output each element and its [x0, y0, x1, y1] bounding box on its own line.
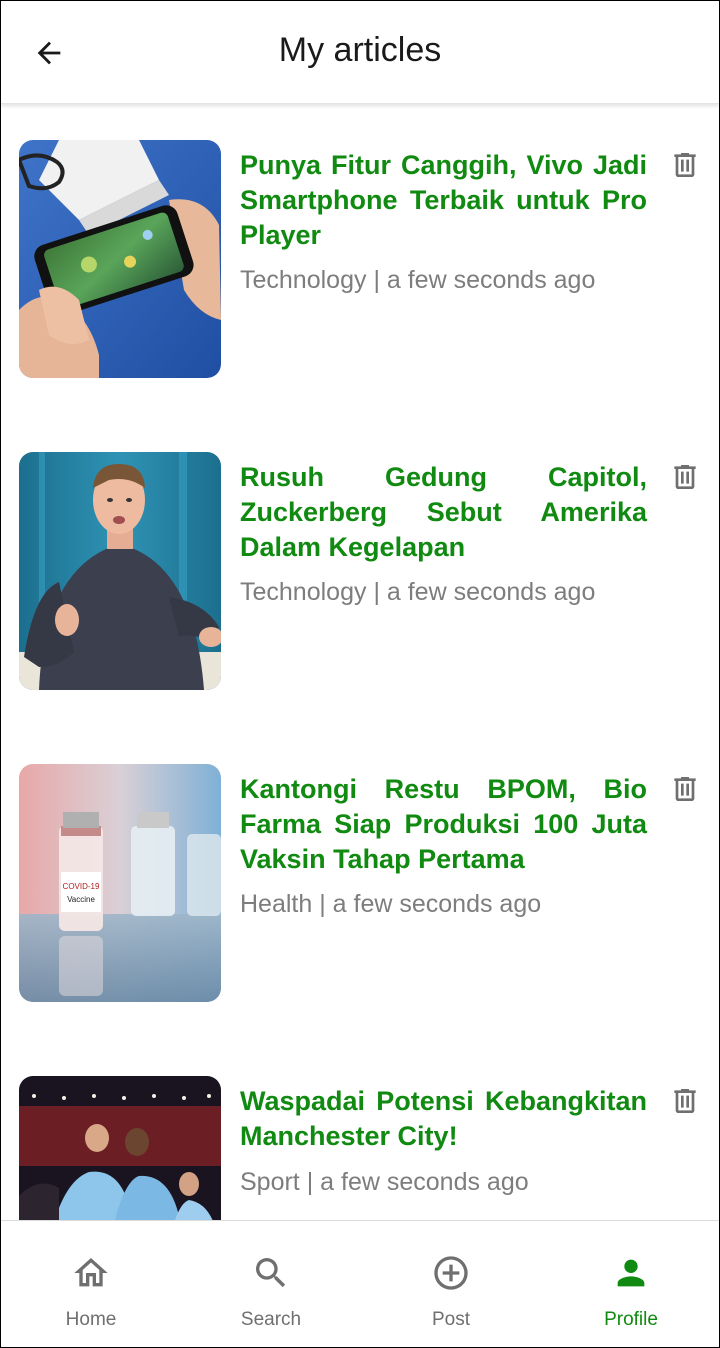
- article-thumbnail[interactable]: COVID-19 Vaccine: [19, 764, 221, 1002]
- home-icon: [74, 1258, 108, 1287]
- article-item[interactable]: Punya Fitur Canggih, Vivo Jadi Smartphon…: [1, 140, 719, 380]
- nav-label: Post: [431, 1309, 471, 1330]
- article-title[interactable]: Kantongi Restu BPOM, Bio Farma Siap Prod…: [240, 772, 647, 877]
- vial-label-top: COVID-19: [63, 882, 100, 891]
- app-screen: My articles Punya Fitur Canggih, Vivo Ja…: [0, 0, 720, 1348]
- article-time: a few seconds ago: [386, 578, 596, 606]
- article-thumbnail[interactable]: [19, 1076, 221, 1220]
- plus-circle-icon: [434, 1256, 468, 1290]
- trash-icon: [674, 1089, 696, 1113]
- delete-button[interactable]: [669, 460, 701, 494]
- nav-profile[interactable]: Profile: [541, 1221, 719, 1347]
- bottom-navigation: Home Search Post Profile: [1, 1220, 719, 1347]
- article-category: Sport: [240, 1168, 300, 1196]
- meta-separator: |: [319, 890, 326, 918]
- search-icon: [256, 1258, 286, 1288]
- person-icon: [617, 1259, 645, 1287]
- nav-label: Home: [65, 1309, 117, 1330]
- meta-separator: |: [373, 578, 380, 606]
- nav-post[interactable]: Post: [361, 1221, 541, 1347]
- vial-label-bottom: Vaccine: [67, 895, 95, 904]
- nav-search[interactable]: Search: [181, 1221, 361, 1347]
- nav-label: Search: [240, 1309, 302, 1330]
- trash-icon: [674, 777, 696, 801]
- article-title[interactable]: Waspadai Potensi Kebangkitan Manchester …: [240, 1084, 647, 1154]
- app-bar: My articles: [1, 1, 719, 104]
- article-thumbnail[interactable]: [19, 452, 221, 690]
- article-title[interactable]: Rusuh Gedung Capitol, Zuckerberg Sebut A…: [240, 460, 647, 565]
- trash-icon: [674, 153, 696, 177]
- article-meta: Health | a few seconds ago: [240, 890, 541, 919]
- article-category: Health: [240, 890, 313, 918]
- nav-home[interactable]: Home: [1, 1221, 181, 1347]
- nav-label: Profile: [604, 1309, 658, 1330]
- article-item[interactable]: COVID-19 Vaccine Kantongi Restu BPOM, Bi…: [1, 764, 719, 1004]
- article-item[interactable]: Waspadai Potensi Kebangkitan Manchester …: [1, 1076, 719, 1220]
- article-time: a few seconds ago: [320, 1168, 529, 1196]
- article-time: a few seconds ago: [332, 890, 542, 918]
- article-thumbnail[interactable]: [19, 140, 221, 378]
- trash-icon: [674, 465, 696, 489]
- article-meta: Technology | a few seconds ago: [240, 578, 595, 607]
- article-title[interactable]: Punya Fitur Canggih, Vivo Jadi Smartphon…: [240, 148, 647, 253]
- delete-button[interactable]: [669, 148, 701, 182]
- article-item[interactable]: Rusuh Gedung Capitol, Zuckerberg Sebut A…: [1, 452, 719, 692]
- article-category: Technology: [240, 266, 367, 294]
- article-meta: Sport | a few seconds ago: [240, 1168, 529, 1197]
- article-time: a few seconds ago: [386, 266, 596, 294]
- page-title: My articles: [278, 31, 442, 69]
- meta-separator: |: [306, 1168, 314, 1196]
- meta-separator: |: [373, 266, 380, 294]
- article-list[interactable]: Punya Fitur Canggih, Vivo Jadi Smartphon…: [1, 104, 719, 1220]
- delete-button[interactable]: [669, 1084, 701, 1118]
- delete-button[interactable]: [669, 772, 701, 806]
- article-category: Technology: [240, 578, 367, 606]
- article-meta: Technology | a few seconds ago: [240, 266, 595, 295]
